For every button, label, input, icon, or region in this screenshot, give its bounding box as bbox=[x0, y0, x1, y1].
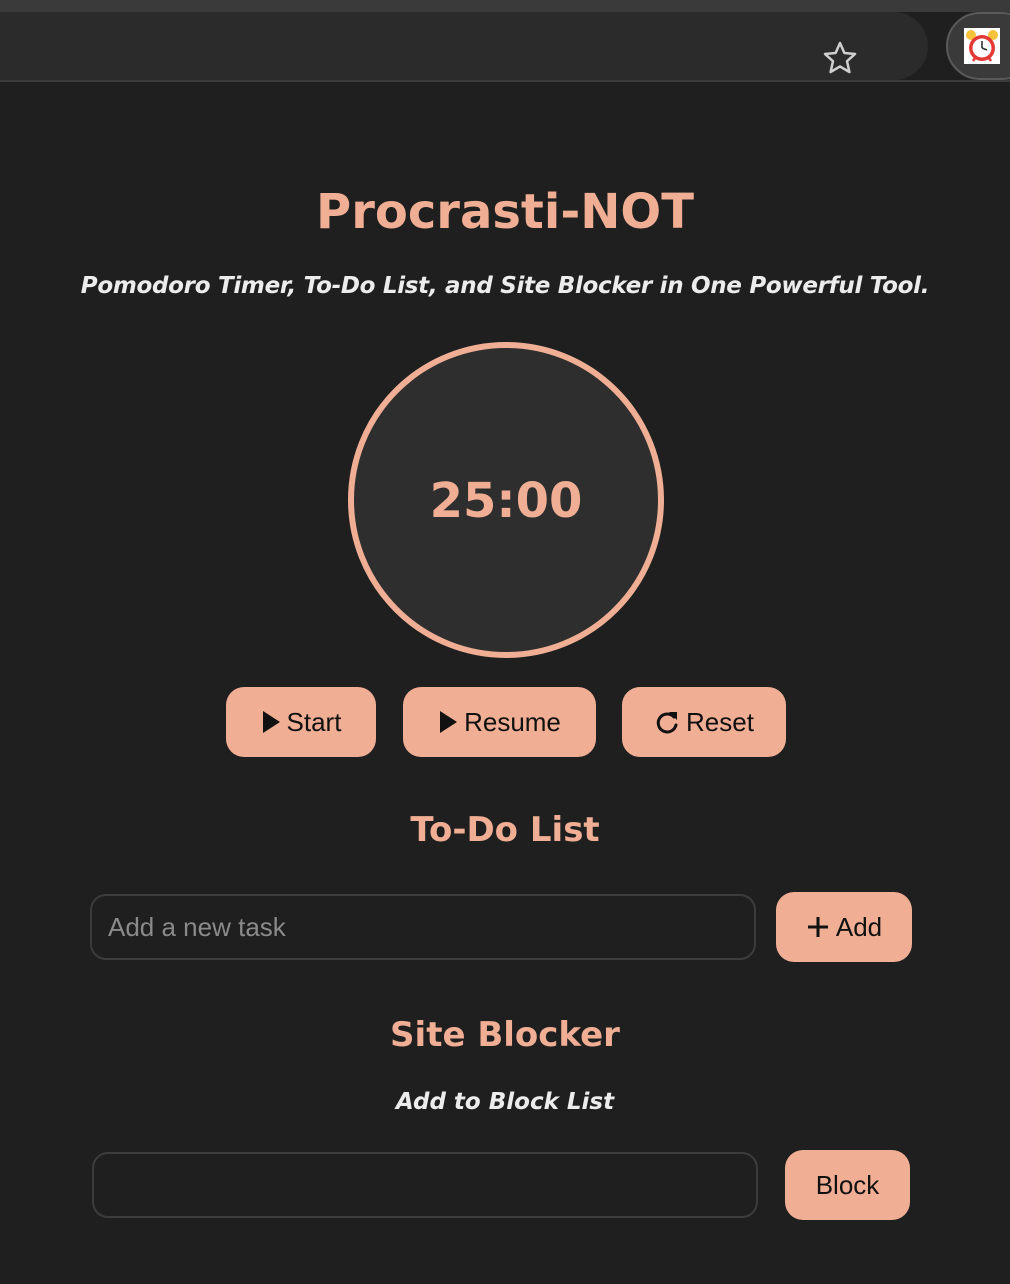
add-task-button-label: Add bbox=[835, 911, 883, 942]
browser-tab-strip bbox=[0, 0, 1010, 12]
play-icon bbox=[262, 711, 280, 733]
reset-button-label: Reset bbox=[686, 706, 754, 737]
star-icon[interactable] bbox=[820, 38, 860, 78]
resume-button-label: Resume bbox=[464, 706, 561, 737]
new-task-input[interactable] bbox=[90, 894, 756, 960]
play-icon bbox=[440, 711, 458, 733]
extension-popup: Procrasti-NOT Pomodoro Timer, To-Do List… bbox=[0, 82, 1010, 1284]
alarm-clock-icon bbox=[964, 28, 1000, 64]
extension-button[interactable] bbox=[946, 12, 1010, 80]
site-blocker-heading: Site Blocker bbox=[390, 1015, 620, 1055]
start-button-label: Start bbox=[286, 706, 342, 737]
app-title: Procrasti-NOT bbox=[316, 184, 694, 240]
start-button[interactable]: Start bbox=[226, 687, 376, 757]
block-site-input[interactable] bbox=[92, 1152, 758, 1218]
resume-button[interactable]: Resume bbox=[403, 687, 596, 757]
block-list-subheading: Add to Block List bbox=[395, 1089, 615, 1115]
todo-heading: To-Do List bbox=[410, 810, 600, 850]
timer-display: 25:00 bbox=[429, 473, 583, 529]
address-bar[interactable] bbox=[0, 12, 928, 80]
app-subtitle: Pomodoro Timer, To-Do List, and Site Blo… bbox=[80, 273, 930, 299]
add-task-button[interactable]: Add bbox=[776, 892, 912, 962]
reset-button[interactable]: Reset bbox=[622, 687, 786, 757]
plus-icon bbox=[807, 917, 828, 937]
block-button[interactable]: Block bbox=[785, 1150, 910, 1220]
redo-icon bbox=[656, 712, 678, 734]
block-button-label: Block bbox=[815, 1169, 880, 1200]
timer-circle: 25:00 bbox=[348, 342, 664, 658]
browser-toolbar bbox=[0, 0, 1010, 82]
